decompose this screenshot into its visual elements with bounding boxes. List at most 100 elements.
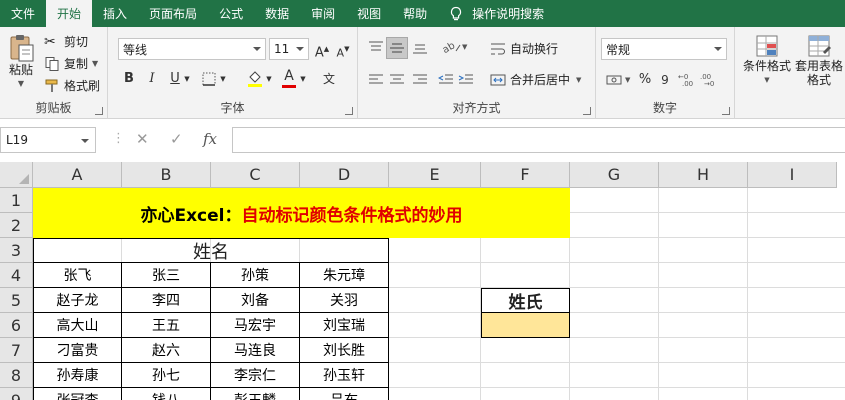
row-header-6[interactable]: 6 <box>0 313 33 338</box>
comma-style-button[interactable]: 9 <box>654 69 676 91</box>
clipboard-launcher-icon[interactable] <box>95 107 103 115</box>
name-header-cell[interactable]: 姓名 <box>33 238 389 263</box>
name-cell[interactable]: 钱八 <box>122 388 211 400</box>
italic-button[interactable]: I <box>141 68 163 90</box>
bold-button[interactable]: B <box>118 68 140 90</box>
decrease-indent-icon[interactable] <box>438 73 454 87</box>
title-cell[interactable]: 亦心Excel： 自动标记颜色条件格式的妙用 <box>33 188 570 238</box>
tab-formulas[interactable]: 公式 <box>208 0 254 27</box>
name-box[interactable]: L19 <box>0 127 96 153</box>
tab-file[interactable]: 文件 <box>0 0 46 27</box>
name-cell[interactable]: 刁富贵 <box>33 338 122 363</box>
name-cell[interactable]: 王五 <box>122 313 211 338</box>
percent-button[interactable]: % <box>634 69 656 91</box>
name-cell[interactable]: 刘备 <box>211 288 300 313</box>
tab-home[interactable]: 开始 <box>46 0 93 27</box>
surname-input-cell[interactable] <box>481 313 570 338</box>
name-cell[interactable]: 李宗仁 <box>211 363 300 388</box>
orientation-icon[interactable]: ab <box>440 39 462 55</box>
row-header-2[interactable]: 2 <box>0 213 33 238</box>
name-cell[interactable]: 朱元璋 <box>300 263 389 288</box>
conditional-formatting-button[interactable]: 条件格式 ▼ <box>741 33 793 87</box>
format-painter-button[interactable]: 格式刷 <box>44 77 100 94</box>
copy-button[interactable]: 复制 ▼ <box>44 55 98 72</box>
name-cell[interactable]: 刘宝瑞 <box>300 313 389 338</box>
font-color-button[interactable]: A <box>278 68 300 90</box>
name-cell[interactable]: 刘长胜 <box>300 338 389 363</box>
shrink-font-button[interactable]: A▼ <box>332 38 354 60</box>
tab-page-layout[interactable]: 页面布局 <box>138 0 208 27</box>
number-launcher-icon[interactable] <box>722 107 730 115</box>
column-header-h[interactable]: H <box>659 162 748 188</box>
name-cell[interactable]: 张三 <box>122 263 211 288</box>
formula-bar-grip-icon[interactable]: ⋮ <box>112 131 125 146</box>
column-header-b[interactable]: B <box>122 162 211 188</box>
row-header-8[interactable]: 8 <box>0 363 33 388</box>
name-cell[interactable]: 孙寿康 <box>33 363 122 388</box>
paste-button[interactable]: 粘贴 ▼ <box>4 33 38 91</box>
surname-header-cell[interactable]: 姓氏 <box>481 288 570 313</box>
tab-help[interactable]: 帮助 <box>392 0 438 27</box>
borders-button[interactable] <box>198 68 220 90</box>
tab-data[interactable]: 数据 <box>254 0 300 27</box>
chevron-down-icon[interactable]: ▼ <box>625 76 630 84</box>
number-format-combo[interactable]: 常规 <box>601 38 727 60</box>
tab-view[interactable]: 视图 <box>346 0 392 27</box>
column-header-d[interactable]: D <box>300 162 389 188</box>
name-cell[interactable]: 马宏宇 <box>211 313 300 338</box>
name-cell[interactable]: 赵子龙 <box>33 288 122 313</box>
align-right-icon[interactable] <box>412 73 428 87</box>
formula-input[interactable] <box>232 127 845 153</box>
format-as-table-button[interactable]: 套用表格格式 <box>793 33 845 87</box>
row-header-4[interactable]: 4 <box>0 263 33 288</box>
insert-function-icon[interactable]: fx <box>203 130 217 148</box>
align-top-icon[interactable] <box>368 41 384 55</box>
row-header-9[interactable]: 9 <box>0 388 33 400</box>
alignment-launcher-icon[interactable] <box>583 107 591 115</box>
row-header-7[interactable]: 7 <box>0 338 33 363</box>
decrease-decimal-icon[interactable]: .00→0 <box>700 73 720 87</box>
cancel-icon[interactable]: ✕ <box>136 130 149 148</box>
column-header-c[interactable]: C <box>211 162 300 188</box>
font-launcher-icon[interactable] <box>345 107 353 115</box>
name-cell[interactable]: 孙策 <box>211 263 300 288</box>
worksheet-grid[interactable]: ABCDEFGHI 123456789 亦心Excel： 自动标记颜色条件格式的… <box>0 162 845 400</box>
column-header-g[interactable]: G <box>570 162 659 188</box>
name-cell[interactable]: 高大山 <box>33 313 122 338</box>
merge-center-button[interactable]: 合并后居中 ▼ <box>490 71 581 88</box>
name-cell[interactable]: 孙七 <box>122 363 211 388</box>
currency-icon[interactable] <box>606 72 624 88</box>
font-size-combo[interactable]: 11 <box>269 38 309 60</box>
cut-button[interactable]: ✂ 剪切 <box>44 33 88 50</box>
column-header-i[interactable]: I <box>748 162 837 188</box>
row-header-3[interactable]: 3 <box>0 238 33 263</box>
font-name-combo[interactable]: 等线 <box>118 38 266 60</box>
name-cell[interactable]: 孙玉轩 <box>300 363 389 388</box>
name-cell[interactable]: 张冠李 <box>33 388 122 400</box>
name-cell[interactable]: 关羽 <box>300 288 389 313</box>
tell-me-search[interactable]: 操作说明搜索 <box>448 0 544 27</box>
chevron-down-icon[interactable]: ▼ <box>298 68 308 90</box>
grow-font-button[interactable]: A▲ <box>311 38 333 60</box>
tab-review[interactable]: 审阅 <box>300 0 346 27</box>
column-header-f[interactable]: F <box>481 162 570 188</box>
wrap-text-button[interactable]: 自动换行 <box>490 40 558 57</box>
fill-color-button[interactable] <box>244 68 266 90</box>
increase-indent-icon[interactable] <box>458 73 474 87</box>
column-header-a[interactable]: A <box>33 162 122 188</box>
chevron-down-icon[interactable]: ▼ <box>462 43 467 51</box>
name-cell[interactable]: 吕布 <box>300 388 389 400</box>
increase-decimal-icon[interactable]: ←0.00 <box>678 73 698 87</box>
align-middle-button[interactable] <box>386 37 408 59</box>
align-bottom-icon[interactable] <box>412 41 428 55</box>
enter-icon[interactable]: ✓ <box>170 130 183 148</box>
column-header-e[interactable]: E <box>389 162 481 188</box>
phonetic-button[interactable]: 文 <box>318 68 340 90</box>
select-all-button[interactable] <box>0 162 33 188</box>
row-header-5[interactable]: 5 <box>0 288 33 313</box>
align-left-icon[interactable] <box>368 73 384 87</box>
row-header-1[interactable]: 1 <box>0 188 33 213</box>
chevron-down-icon[interactable]: ▼ <box>218 68 228 90</box>
chevron-down-icon[interactable]: ▼ <box>264 68 274 90</box>
name-cell[interactable]: 赵六 <box>122 338 211 363</box>
